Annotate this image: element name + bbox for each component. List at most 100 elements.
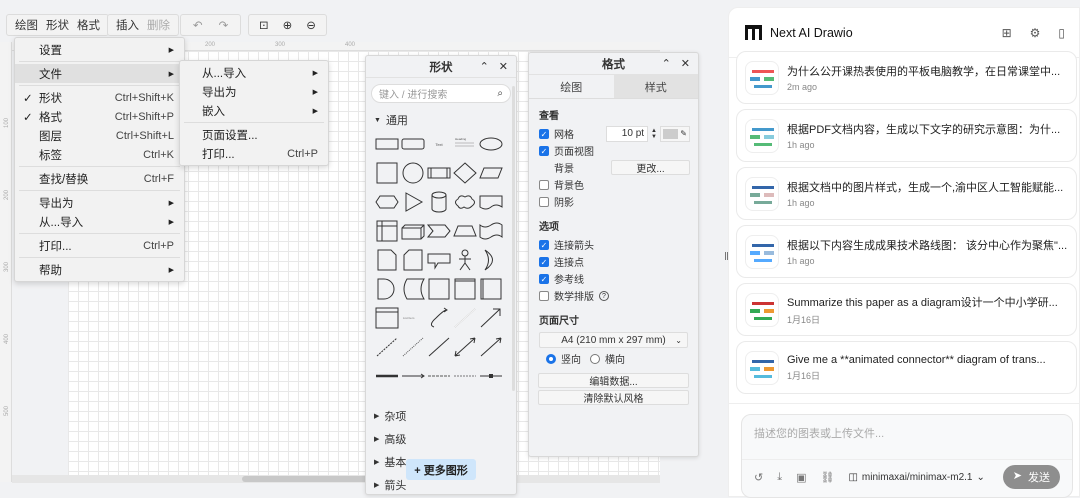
horizontal-scrollbar[interactable] xyxy=(12,475,660,483)
collapse-icon[interactable]: ⌃ xyxy=(480,60,489,73)
shape-rounded-rect[interactable] xyxy=(400,133,426,158)
collapse-icon[interactable]: ⌃ xyxy=(662,57,671,70)
history-item[interactable]: Give me a **animated connector** diagram… xyxy=(736,341,1077,394)
shape-partial-rect[interactable] xyxy=(478,278,504,303)
shape-frame[interactable] xyxy=(452,278,478,303)
fit-icon[interactable]: ⊡ xyxy=(259,18,269,32)
menu-item[interactable]: 查找/替换 Ctrl+F xyxy=(15,169,184,188)
history-item[interactable]: 为什么公开课热表使用的平板电脑教学，在日常课堂中... 2m ago xyxy=(736,51,1077,104)
model-selector[interactable]: ◫ minimaxai/minimax-m2.1 ⌄ xyxy=(848,472,984,483)
shape-list[interactable] xyxy=(374,307,400,332)
shape-bidirectional-connector[interactable] xyxy=(452,336,478,361)
change-background-button[interactable]: 更改... xyxy=(611,160,690,175)
grid-checkbox[interactable]: ✓ xyxy=(539,128,549,139)
shape-document[interactable] xyxy=(478,191,504,216)
menu-item[interactable]: 打印... Ctrl+P xyxy=(15,236,184,255)
shapes-scrollbar[interactable] xyxy=(512,86,515,391)
math-checkbox[interactable] xyxy=(539,290,549,301)
shape-actor[interactable] xyxy=(452,249,478,274)
menu-item[interactable]: 从...导入 ▶ xyxy=(180,63,328,82)
send-button[interactable]: ➤ 发送 xyxy=(1002,465,1060,489)
close-icon[interactable]: ✕ xyxy=(499,60,508,73)
shape-callout[interactable] xyxy=(426,249,452,274)
paper-size-select[interactable]: A4 (210 mm x 297 mm) ⌄ xyxy=(539,332,688,348)
shape-parallelogram[interactable] xyxy=(478,162,504,187)
insert-button[interactable]: 插入 xyxy=(116,17,139,33)
shape-connector-label[interactable] xyxy=(400,365,426,390)
shape-directional-connector[interactable] xyxy=(478,336,504,361)
shape-internal-storage[interactable] xyxy=(374,220,400,245)
shape-arrow[interactable] xyxy=(478,307,504,332)
grid-color-button[interactable]: ✎ xyxy=(660,125,690,142)
shape-connector-2-labels[interactable] xyxy=(426,365,452,390)
help-icon[interactable]: ? xyxy=(599,290,609,301)
shadow-checkbox[interactable] xyxy=(539,196,549,207)
menu-item[interactable]: 嵌入 ▶ xyxy=(180,101,328,120)
history-icon[interactable]: ↺ xyxy=(754,471,763,484)
shape-triangle[interactable] xyxy=(400,191,426,216)
chat-input[interactable]: 描述您的图表或上传文件... xyxy=(742,415,1072,459)
shape-cube[interactable] xyxy=(400,220,426,245)
section-collapsed[interactable]: ▶ 杂项 xyxy=(366,404,516,427)
image-icon[interactable]: ▣ xyxy=(796,471,806,484)
menu-item[interactable]: ✓ 格式 Ctrl+Shift+P xyxy=(15,107,184,126)
link-icon[interactable]: ⛓ xyxy=(821,471,835,484)
menu-item[interactable]: 设置 ▶ xyxy=(15,40,184,59)
shape-heading[interactable]: Heading xyxy=(452,133,478,158)
shape-or[interactable] xyxy=(478,249,504,274)
shape-dotted-line[interactable] xyxy=(400,336,426,361)
menu-item[interactable]: 从...导入 ▶ xyxy=(15,212,184,231)
history-item[interactable]: Summarize this paper as a diagram设计一个中小学… xyxy=(736,283,1077,336)
shape-circle[interactable] xyxy=(400,162,426,187)
collapse-panel-icon[interactable]: ▯ xyxy=(1058,26,1065,40)
portrait-radio[interactable] xyxy=(546,353,556,364)
clear-default-style-button[interactable]: 清除默认风格 xyxy=(538,390,689,405)
section-collapsed[interactable]: ▶ 高级 xyxy=(366,427,516,450)
shape-text[interactable]: Text xyxy=(426,133,452,158)
menu-item[interactable]: 标签 Ctrl+K xyxy=(15,145,184,164)
page-view-checkbox[interactable]: ✓ xyxy=(539,145,549,156)
guides-checkbox[interactable]: ✓ xyxy=(539,273,549,284)
shape-connector-3-labels[interactable] xyxy=(452,365,478,390)
grid-size-input[interactable]: 10 pt xyxy=(606,125,649,142)
shape-diamond[interactable] xyxy=(452,162,478,187)
shape-process[interactable] xyxy=(426,162,452,187)
delete-button[interactable]: 删除 xyxy=(147,17,170,33)
shape-square[interactable] xyxy=(374,162,400,187)
menu-item[interactable]: 帮助 ▶ xyxy=(15,260,184,279)
shape-search-input[interactable]: 键入 / 进行搜索 ⌕ xyxy=(371,84,511,103)
shape-list-item[interactable]: List Item xyxy=(400,307,426,332)
bg-color-checkbox[interactable] xyxy=(539,179,549,190)
shape-data-storage[interactable] xyxy=(400,278,426,303)
menu-draw[interactable]: 绘图 xyxy=(15,17,38,33)
menu-item[interactable]: 页面设置... xyxy=(180,125,328,144)
shape-cylinder[interactable] xyxy=(426,191,452,216)
shape-tape[interactable] xyxy=(478,220,504,245)
connection-arrows-checkbox[interactable]: ✓ xyxy=(539,239,549,250)
zoom-in-icon[interactable]: ⊕ xyxy=(283,18,293,32)
shape-hexagon[interactable] xyxy=(374,191,400,216)
close-icon[interactable]: ✕ xyxy=(681,57,690,70)
history-item[interactable]: 根据文档中的图片样式，生成一个,渝中区人工智能赋能... 1h ago xyxy=(736,167,1077,220)
settings-icon[interactable]: ⚙ xyxy=(1030,26,1041,40)
tab-diagram[interactable]: 绘图 xyxy=(529,75,614,98)
shape-ellipse[interactable] xyxy=(478,133,504,158)
shape-note[interactable] xyxy=(374,249,400,274)
shape-step[interactable] xyxy=(426,220,452,245)
grid-size-stepper[interactable]: ▲ ▼ xyxy=(651,128,657,140)
menu-item[interactable]: 文件 ▶ xyxy=(15,64,184,83)
edit-data-button[interactable]: 编辑数据... xyxy=(538,373,689,388)
shape-card[interactable] xyxy=(400,249,426,274)
shape-trapezoid[interactable] xyxy=(452,220,478,245)
tab-style[interactable]: 样式 xyxy=(613,75,698,98)
shape-square2[interactable] xyxy=(426,278,452,303)
landscape-radio[interactable] xyxy=(590,353,600,364)
menu-item[interactable]: ✓ 形状 Ctrl+Shift+K xyxy=(15,88,184,107)
shape-cloud[interactable] xyxy=(452,191,478,216)
history-item[interactable]: 根据PDF文档内容，生成以下文字的研究示意图：为什... 1h ago xyxy=(736,109,1077,162)
history-item[interactable]: 根据以下内容生成成果技术路线图： 该分中心作为聚焦"... 1h ago xyxy=(736,225,1077,278)
section-general[interactable]: ▼ 通用 xyxy=(366,109,516,131)
more-shapes-button[interactable]: + 更多图形 xyxy=(406,459,476,480)
menu-item[interactable]: 导出为 ▶ xyxy=(15,193,184,212)
shape-bidirectional-arrow[interactable] xyxy=(452,307,478,332)
